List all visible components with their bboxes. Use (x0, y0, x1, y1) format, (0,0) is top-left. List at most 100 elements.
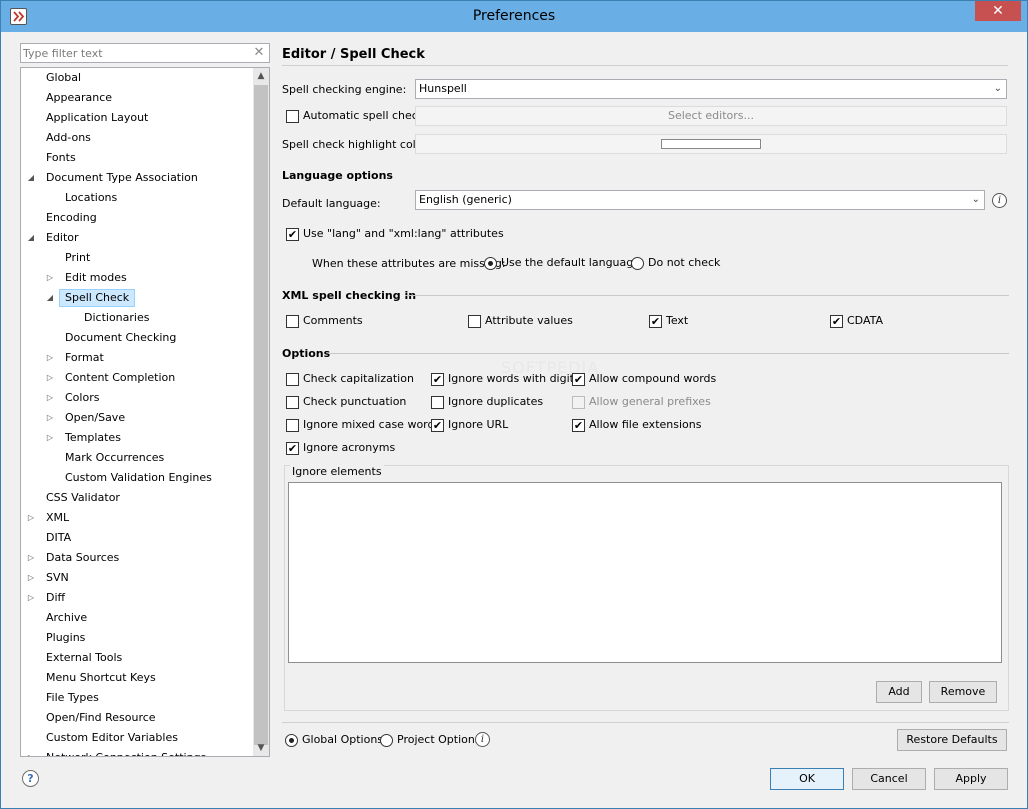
tree-item-label: Colors (65, 391, 100, 404)
radio-dot[interactable] (631, 257, 644, 270)
checkbox-label: Ignore URL (448, 418, 509, 431)
ok-button[interactable]: OK (770, 768, 844, 790)
engine-label: Spell checking engine: (282, 83, 407, 96)
checkbox-box[interactable] (431, 396, 444, 409)
checkbox-box[interactable]: ✔ (431, 419, 444, 432)
ignore-elements-label: Ignore elements (290, 465, 384, 478)
checkbox-box[interactable] (286, 315, 299, 328)
collapsed-arrow-icon[interactable]: ▷ (26, 509, 36, 527)
language-options-heading: Language options (282, 169, 393, 182)
collapsed-arrow-icon[interactable]: ▷ (26, 589, 36, 607)
highlight-color-picker[interactable] (415, 134, 1007, 154)
checkbox-box (572, 396, 585, 409)
expanded-arrow-icon[interactable]: ◢ (26, 169, 36, 187)
checkbox-box[interactable] (286, 419, 299, 432)
engine-value: Hunspell (419, 82, 467, 95)
checkbox-box[interactable]: ✔ (286, 442, 299, 455)
color-swatch[interactable] (661, 139, 761, 149)
select-editors-button[interactable]: Select editors... (415, 106, 1007, 126)
tree-item-label: Data Sources (46, 551, 120, 564)
default-language-select[interactable]: English (generic) ⌄ (415, 190, 985, 210)
default-language-value: English (generic) (419, 193, 512, 206)
tree-item-label: Fonts (46, 151, 76, 164)
tree-item-label: Global (46, 71, 82, 84)
tree-item-label: Content Completion (65, 371, 176, 384)
radio-label: Use the default language (501, 256, 641, 269)
tree-item-label: Custom Validation Engines (65, 471, 212, 484)
scroll-down-icon[interactable]: ▼ (253, 740, 269, 756)
checkbox-label: Allow general prefixes (589, 395, 711, 408)
info-icon[interactable]: i (475, 732, 490, 747)
tree-item-label: Plugins (46, 631, 86, 644)
checkbox-box[interactable]: ✔ (572, 419, 585, 432)
collapsed-arrow-icon[interactable]: ▷ (26, 569, 36, 587)
missing-attributes-label: When these attributes are missing: (312, 257, 506, 270)
section-divider (330, 353, 1009, 354)
checkbox-box[interactable] (286, 396, 299, 409)
checkbox-box[interactable]: ✔ (572, 373, 585, 386)
radio-dot[interactable] (484, 257, 497, 270)
tree-item-label: Dictionaries (84, 311, 150, 324)
cancel-button[interactable]: Cancel (852, 768, 926, 790)
default-language-label: Default language: (282, 197, 381, 210)
collapsed-arrow-icon[interactable]: ▷ (26, 749, 36, 756)
collapsed-arrow-icon[interactable]: ▷ (45, 269, 55, 287)
radio-dot[interactable] (285, 734, 298, 747)
collapsed-arrow-icon[interactable]: ▷ (45, 389, 55, 407)
checkbox-label: Comments (303, 314, 363, 327)
filter-field[interactable]: ✕ (20, 43, 270, 63)
collapsed-arrow-icon[interactable]: ▷ (45, 409, 55, 427)
engine-select[interactable]: Hunspell ⌄ (415, 79, 1007, 99)
checkbox-box[interactable]: ✔ (649, 315, 662, 328)
add-button[interactable]: Add (876, 681, 922, 703)
radio-label: Do not check (648, 256, 721, 269)
checkbox-box[interactable] (468, 315, 481, 328)
apply-button[interactable]: Apply (934, 768, 1008, 790)
remove-button[interactable]: Remove (929, 681, 997, 703)
highlight-color-label: Spell check highlight color: (282, 138, 431, 151)
close-button[interactable]: ✕ (975, 1, 1021, 21)
checkbox-box[interactable] (286, 373, 299, 386)
radio-dot[interactable] (380, 734, 393, 747)
collapsed-arrow-icon[interactable]: ▷ (45, 429, 55, 447)
section-divider (405, 295, 1009, 296)
tree-item-label: XML (46, 511, 70, 524)
collapsed-arrow-icon[interactable]: ▷ (45, 369, 55, 387)
collapsed-arrow-icon[interactable]: ▷ (45, 349, 55, 367)
tree-scrollbar[interactable]: ▲ ▼ (253, 68, 269, 756)
tree-item-label: External Tools (46, 651, 123, 664)
title-divider (282, 65, 1008, 66)
filter-input[interactable] (23, 46, 248, 61)
preferences-window: Preferences ✕ ✕ ▷ Network Connection Sett… (0, 0, 1028, 809)
chevron-down-icon: ⌄ (971, 194, 980, 205)
info-icon[interactable]: i (992, 193, 1007, 208)
radio-label: Project Options (397, 733, 481, 746)
checkbox-label: Check punctuation (303, 395, 407, 408)
expanded-arrow-icon[interactable]: ◢ (26, 229, 36, 247)
scroll-thumb[interactable] (254, 85, 268, 745)
tree-item-label: Editor (46, 231, 79, 244)
tree-item-label: Application Layout (46, 111, 149, 124)
checkbox-box[interactable]: ✔ (830, 315, 843, 328)
tree-item-label: Locations (65, 191, 118, 204)
tree-item-label: CSS Validator (46, 491, 120, 504)
tree-item-label: Custom Editor Variables (46, 731, 178, 744)
help-icon[interactable]: ? (22, 770, 39, 787)
clear-filter-icon[interactable]: ✕ (252, 46, 266, 60)
checkbox-label: Ignore mixed case words (303, 418, 441, 431)
checkbox-label: Ignore words with digits (448, 372, 580, 385)
checkbox-box[interactable]: ✔ (286, 228, 299, 241)
radio-label: Global Options (302, 733, 384, 746)
tree-item-label: Add-ons (46, 131, 91, 144)
checkbox-label: Attribute values (485, 314, 573, 327)
options-heading: Options (282, 347, 331, 360)
collapsed-arrow-icon[interactable]: ▷ (26, 549, 36, 567)
checkbox-box[interactable]: ✔ (431, 373, 444, 386)
restore-defaults-button[interactable]: Restore Defaults (897, 729, 1007, 751)
expanded-arrow-icon[interactable]: ◢ (45, 289, 55, 307)
checkbox-label: CDATA (847, 314, 884, 327)
scroll-up-icon[interactable]: ▲ (253, 68, 269, 84)
checkbox-box[interactable] (286, 110, 299, 123)
tree-item-label: Print (65, 251, 91, 264)
ignore-elements-list[interactable] (288, 482, 1002, 663)
